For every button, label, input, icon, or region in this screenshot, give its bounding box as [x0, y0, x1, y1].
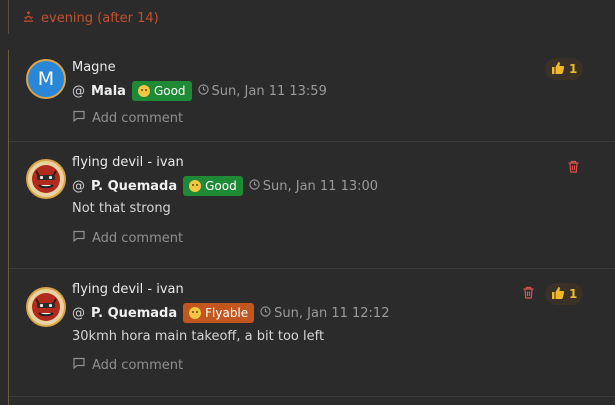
comment-icon: [72, 109, 86, 127]
rating-label: Good: [205, 179, 237, 193]
like-count: 1: [569, 287, 578, 301]
reports-panel: evening (after 14) M Magne @ Mala Good S…: [0, 0, 615, 405]
add-comment-button[interactable]: Add comment: [72, 228, 183, 248]
smiley-icon: [137, 85, 150, 97]
add-comment-label: Add comment: [92, 230, 184, 246]
timestamp: Sun, Jan 11 12:12: [260, 306, 389, 321]
neutral-face-icon: [189, 307, 202, 319]
delete-button[interactable]: [520, 285, 536, 301]
at-symbol: @: [72, 178, 85, 194]
spot-name[interactable]: Mala: [91, 84, 126, 99]
avatar[interactable]: [26, 287, 66, 327]
author-name[interactable]: flying devil - ivan: [72, 282, 184, 297]
rating-badge: Good: [131, 81, 192, 101]
add-comment-button[interactable]: Add comment: [72, 108, 183, 128]
report-item: flying devil - ivan @ P. Quemada Flyable…: [9, 269, 615, 397]
author-name[interactable]: Magne: [72, 60, 116, 75]
avatar-letter: M: [37, 68, 55, 90]
clock-icon: [249, 178, 260, 194]
report-text: 30kmh hora main takeoff, a bit too left: [72, 329, 325, 344]
rating-badge: Good: [183, 176, 243, 196]
delete-button[interactable]: [565, 159, 581, 175]
report-meta: @ Mala Good Sun, Jan 11 13:59: [72, 81, 327, 101]
at-symbol: @: [72, 83, 85, 99]
thumbs-up-icon: [551, 286, 565, 303]
like-count: 1: [569, 62, 578, 76]
report-meta: @ P. Quemada Flyable Sun, Jan 11 12:12: [72, 303, 389, 323]
report-item: flying devil - ivan @ P. Quemada Good Su…: [9, 142, 615, 269]
add-comment-button[interactable]: Add comment: [72, 355, 183, 375]
rating-label: Good: [153, 84, 186, 98]
report-item: M Magne @ Mala Good Sun, Jan 11 13:59 Ad…: [9, 50, 615, 142]
avatar[interactable]: [26, 159, 66, 199]
like-button[interactable]: 1: [545, 58, 584, 80]
timestamp-text: Sun, Jan 11 13:59: [211, 83, 327, 99]
timestamp-text: Sun, Jan 11 12:12: [274, 305, 390, 321]
section-label: evening (after 14): [41, 10, 159, 26]
trash-icon: [522, 284, 535, 303]
section-header: evening (after 14): [22, 8, 159, 28]
clock-icon: [197, 83, 209, 99]
comment-icon: [72, 229, 86, 247]
like-button[interactable]: 1: [545, 283, 584, 305]
section-divider: [8, 0, 9, 34]
report-meta: @ P. Quemada Good Sun, Jan 11 13:00: [72, 176, 378, 196]
at-symbol: @: [72, 305, 85, 321]
report-text: Not that strong: [72, 201, 171, 216]
comment-icon: [72, 356, 86, 374]
smiley-icon: [189, 180, 202, 192]
rating-badge: Flyable: [183, 303, 255, 323]
trash-icon: [567, 158, 580, 177]
add-comment-label: Add comment: [92, 110, 184, 126]
thumbs-up-icon: [551, 61, 565, 78]
timestamp: Sun, Jan 11 13:59: [197, 83, 327, 99]
clock-icon: [260, 305, 271, 321]
timestamp: Sun, Jan 11 13:00: [249, 179, 378, 194]
sunset-icon: [22, 10, 35, 27]
add-comment-label: Add comment: [92, 357, 184, 373]
avatar[interactable]: M: [26, 59, 66, 99]
rating-label: Flyable: [205, 306, 249, 320]
timestamp-text: Sun, Jan 11 13:00: [262, 178, 379, 194]
devil-face-icon: [32, 293, 60, 321]
author-name[interactable]: flying devil - ivan: [72, 155, 184, 170]
report-list: M Magne @ Mala Good Sun, Jan 11 13:59 Ad…: [9, 50, 615, 397]
spot-name[interactable]: P. Quemada: [91, 306, 177, 321]
spot-name[interactable]: P. Quemada: [91, 179, 177, 194]
devil-face-icon: [32, 165, 60, 193]
